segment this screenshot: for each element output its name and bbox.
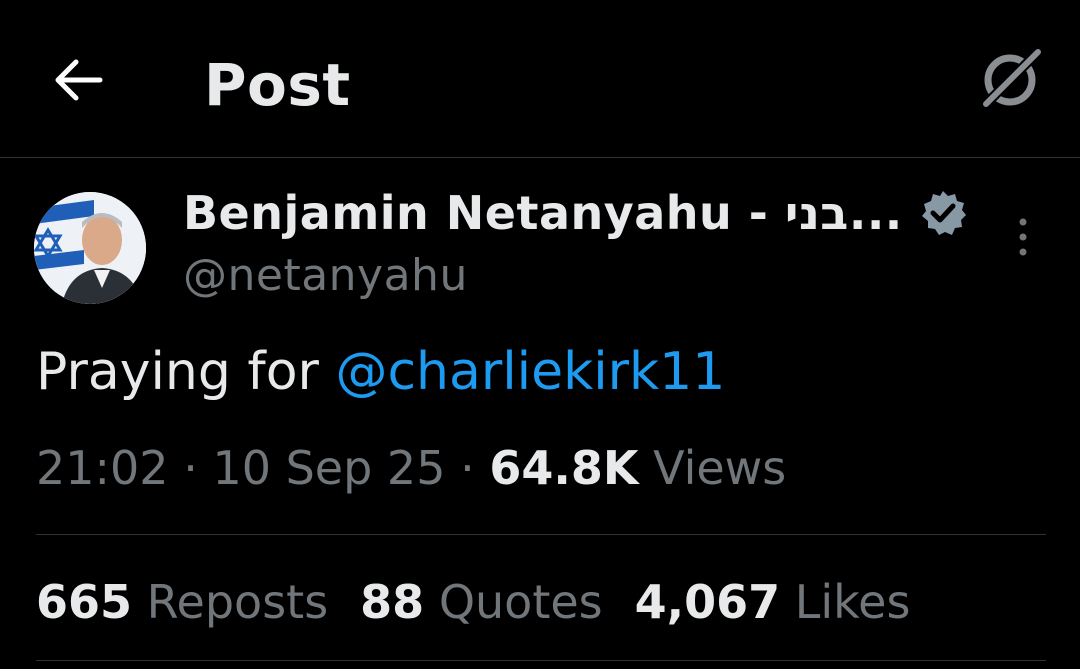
reposts-stat[interactable]: 665 Reposts <box>36 572 328 632</box>
grok-button[interactable] <box>974 42 1048 116</box>
reposts-label: Reposts <box>146 575 329 629</box>
arrow-left-icon <box>55 59 103 101</box>
divider <box>36 534 1046 535</box>
top-bar: Post <box>0 0 1080 158</box>
grok-icon <box>979 45 1045 111</box>
more-options-button[interactable] <box>1004 212 1042 262</box>
verified-badge-icon <box>921 191 966 235</box>
post-text: Praying for @charliekirk11 <box>36 340 725 404</box>
post-metadata: 21:02 · 10 Sep 25 · 64.8K Views <box>36 438 786 498</box>
reposts-count: 665 <box>36 575 133 629</box>
page-title: Post <box>204 51 351 119</box>
likes-label: Likes <box>794 575 911 629</box>
author-name-row: Benjamin Netanyahu - בני... <box>183 184 967 242</box>
engagement-stats: 665 Reposts 88 Quotes 4,067 Likes <box>36 572 942 632</box>
quotes-count: 88 <box>360 575 425 629</box>
more-vertical-icon <box>1019 218 1027 256</box>
likes-count: 4,067 <box>634 575 781 629</box>
avatar-image <box>34 192 146 304</box>
author-handle[interactable]: @netanyahu <box>183 248 468 304</box>
views-label: Views <box>653 441 787 495</box>
separator-dot: · <box>183 441 198 495</box>
post-text-prefix: Praying for <box>36 342 336 402</box>
likes-stat[interactable]: 4,067 Likes <box>635 572 911 632</box>
mention-link[interactable]: @charliekirk11 <box>335 342 725 402</box>
quotes-stat[interactable]: 88 Quotes <box>360 572 602 632</box>
divider <box>36 660 1046 661</box>
author-name[interactable]: Benjamin Netanyahu - בני... <box>183 185 903 241</box>
views-count: 64.8K <box>489 441 639 495</box>
separator-dot: · <box>460 441 475 495</box>
author-avatar[interactable] <box>34 192 146 304</box>
back-button[interactable] <box>48 50 108 110</box>
quotes-label: Quotes <box>438 575 603 629</box>
post-date[interactable]: 10 Sep 25 <box>212 441 445 495</box>
post-time[interactable]: 21:02 <box>36 441 169 495</box>
